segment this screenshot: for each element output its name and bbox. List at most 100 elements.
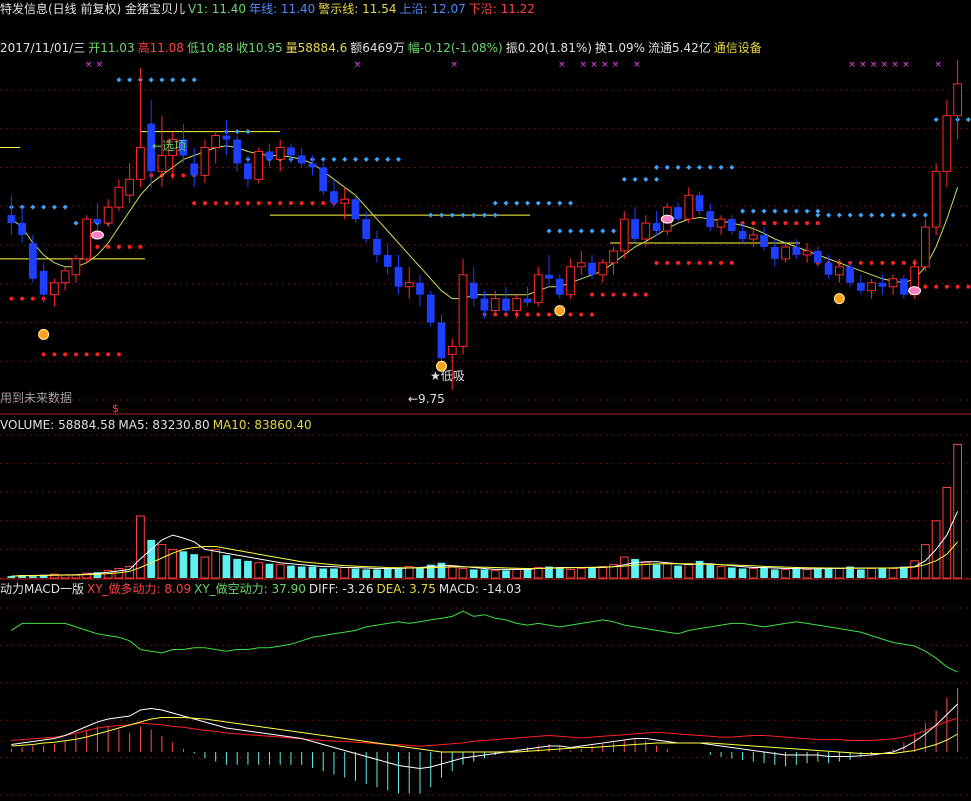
red-dot-marker: [9, 296, 14, 301]
header-line2-seg-2: 高11.08: [137, 41, 184, 55]
cross-marker: ×: [859, 60, 867, 70]
red-dot-marker: [762, 221, 767, 226]
red-dot-marker: [622, 292, 627, 297]
red-dot-marker: [95, 352, 100, 357]
red-dot-marker: [116, 352, 121, 357]
buy-signal-icon: [38, 328, 50, 340]
candle-body: [523, 298, 532, 303]
blue-dot-marker: [922, 212, 928, 218]
candle-body: [760, 235, 768, 247]
red-dot-marker: [213, 201, 218, 206]
volume-bar: [899, 566, 908, 578]
volume-bar: [29, 576, 37, 578]
blue-dot-marker: [965, 117, 971, 123]
volume-bar: [856, 569, 865, 578]
blue-dot-marker: [546, 228, 552, 234]
candle-body: [362, 219, 371, 239]
volume-bar: [555, 568, 564, 578]
volume-bar: [275, 564, 285, 579]
header-line1-seg-2: 年线: 11.40: [249, 2, 316, 16]
candle-body: [114, 186, 124, 208]
red-dot-marker: [95, 244, 100, 249]
candle-body: [609, 250, 618, 264]
volume-bar: [824, 567, 833, 578]
header-line1-seg-4: 上沿: 12.07: [399, 2, 466, 16]
red-dot-marker: [256, 201, 261, 206]
red-dot-marker: [73, 352, 78, 357]
candle-body: [588, 262, 596, 275]
header-line2-seg-10: 流通5.42亿: [648, 41, 711, 55]
volume-bar: [910, 560, 919, 579]
blue-dot-marker: [492, 212, 498, 218]
candle-body: [748, 234, 758, 240]
red-dot-marker: [676, 260, 681, 265]
candle-body: [674, 207, 682, 220]
candle-body: [275, 147, 285, 160]
candle-body: [576, 262, 586, 268]
red-dot-marker: [955, 284, 960, 289]
volume-bar: [684, 563, 694, 579]
red-dot-marker: [525, 312, 530, 317]
volume-bar: [770, 569, 779, 578]
candle-body: [319, 167, 328, 192]
red-dot-marker: [127, 244, 132, 249]
header-line1-seg-5: 下沿: 11.22: [468, 2, 535, 16]
red-dot-marker: [106, 244, 111, 249]
red-dot-marker: [643, 292, 648, 297]
blue-dot-marker: [41, 204, 47, 210]
red-dot-marker: [30, 296, 35, 301]
candle-body: [631, 219, 639, 239]
volume-bar: [416, 568, 424, 578]
volume-bar: [512, 568, 522, 579]
blue-dot-marker: [643, 176, 649, 182]
candle-body: [781, 246, 790, 260]
flower-signal-icon: [908, 286, 922, 296]
candle-body: [813, 250, 822, 263]
blue-dot-marker: [729, 164, 735, 170]
candle-body: [920, 226, 930, 268]
candle-body: [469, 282, 478, 299]
blue-dot-marker: [385, 156, 391, 162]
volume-bar: [888, 567, 898, 579]
cross-marker: ×: [450, 60, 458, 70]
buy-signal-icon: [554, 305, 566, 317]
price-header-line2: 2017/11/01/三 开11.03 高11.08 低10.88 收10.95 量588…: [0, 41, 765, 55]
blue-dot-marker: [568, 200, 574, 206]
red-dot-marker: [267, 201, 272, 206]
candle-body: [684, 194, 694, 220]
annotation-dixi: ★低吸: [430, 369, 465, 383]
volume-bar: [588, 567, 596, 578]
volume-bar: [200, 556, 210, 579]
blue-dot-marker: [62, 204, 68, 210]
volume-bar: [71, 574, 81, 579]
blue-dot-marker: [836, 212, 842, 218]
candle-body: [770, 246, 779, 259]
red-dot-marker: [633, 292, 638, 297]
blue-dot-marker: [30, 204, 36, 210]
volume-bar: [598, 566, 608, 579]
candle-body: [545, 274, 553, 279]
blue-dot-marker: [352, 156, 358, 162]
blue-dot-marker: [395, 156, 401, 162]
blue-dot-marker: [869, 212, 875, 218]
header-line2-seg-4: 收10.95: [236, 41, 283, 55]
volume-bar: [748, 567, 758, 579]
header-line2-seg-8: 振0.20(1.81%): [505, 41, 592, 55]
macd-header-seg-4: DEA: 3.75: [376, 582, 436, 596]
candle-body: [394, 266, 403, 287]
cross-marker: ×: [354, 60, 362, 70]
candle-body: [695, 195, 704, 212]
annotation-xuanxiang: ←选项: [152, 139, 187, 153]
candle-body: [458, 274, 468, 347]
candle-body: [502, 298, 510, 311]
volume-bar: [878, 567, 887, 578]
red-dot-marker: [966, 284, 971, 289]
candle-body: [641, 222, 651, 240]
blue-dot-marker: [783, 208, 789, 214]
header-line2-seg-6: 额6469万: [350, 41, 405, 55]
blue-dot-marker: [632, 176, 638, 182]
volume-bar: [373, 569, 381, 578]
candle-body: [50, 282, 59, 296]
red-dot-marker: [63, 352, 68, 357]
red-dot-marker: [783, 221, 788, 226]
